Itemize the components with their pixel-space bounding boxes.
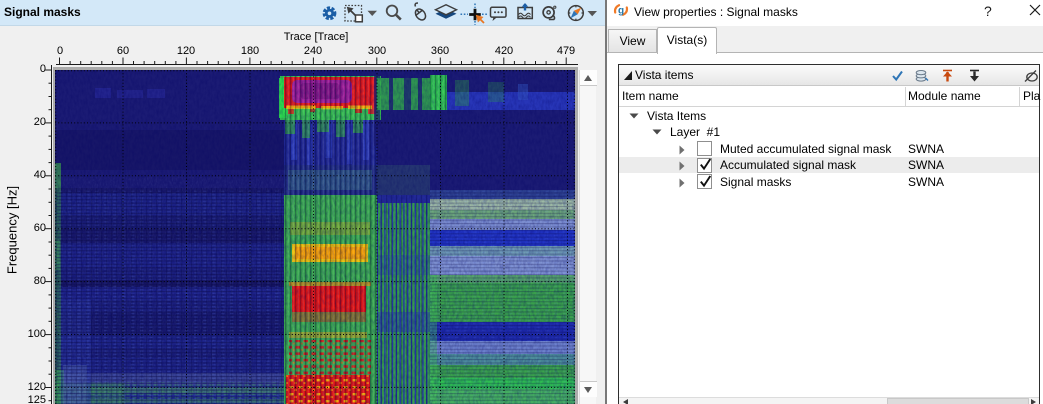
svg-text:g: g <box>618 6 624 17</box>
